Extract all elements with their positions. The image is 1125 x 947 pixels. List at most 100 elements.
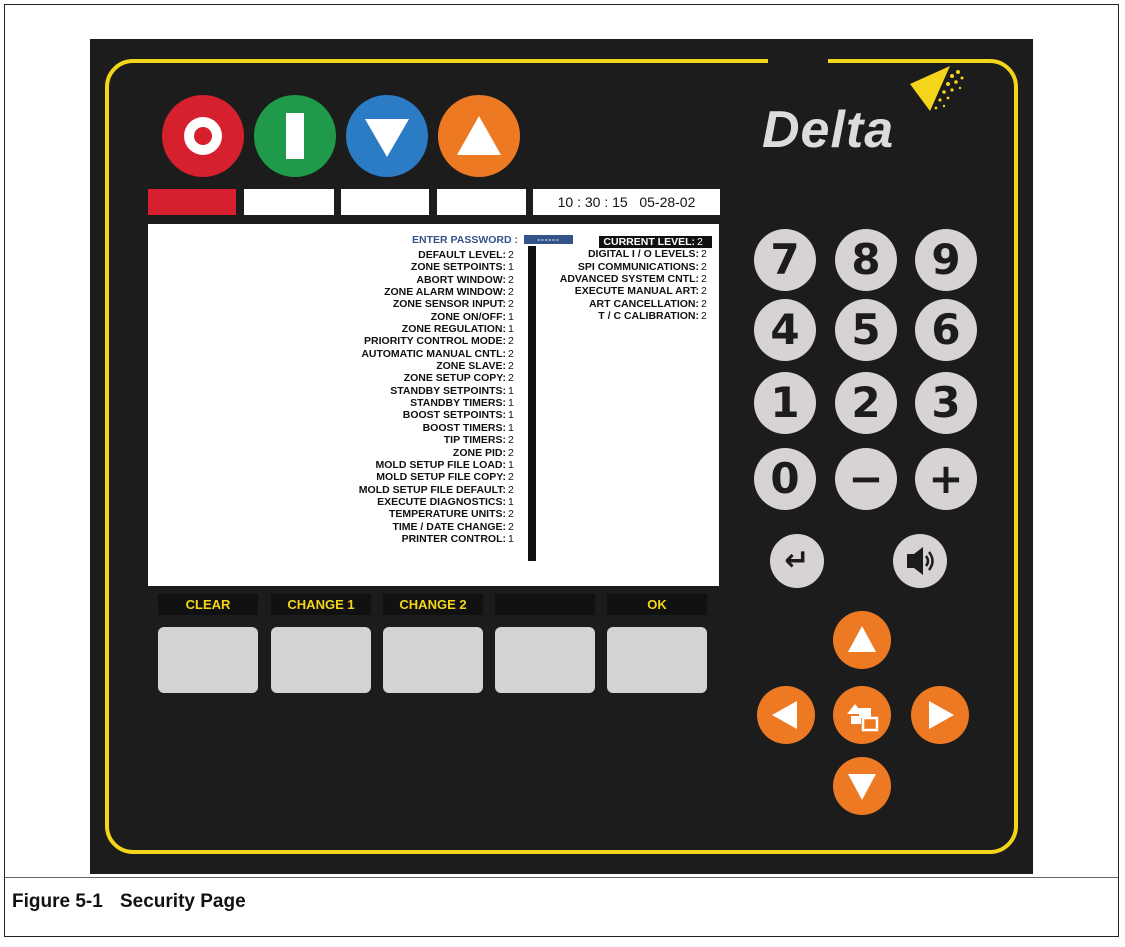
- list-scrollbar[interactable]: [528, 246, 536, 561]
- setting-row[interactable]: ADVANCED SYSTEM CNTL: 2: [560, 273, 712, 285]
- password-label: ENTER PASSWORD :: [412, 234, 518, 246]
- current-level-highlight: CURRENT LEVEL: 2: [599, 236, 712, 249]
- setting-row[interactable]: EXECUTE MANUAL ART: 2: [560, 285, 712, 297]
- arrow-down-icon: [848, 774, 876, 800]
- figure-title: Security Page: [120, 891, 246, 912]
- nav-left-button[interactable]: [757, 686, 815, 744]
- setting-row[interactable]: BOOST SETPOINTS: 1: [359, 409, 519, 421]
- setting-row[interactable]: DEFAULT LEVEL: 2: [359, 249, 519, 261]
- setting-label: ZONE PID:: [452, 446, 506, 459]
- softkey-4-button[interactable]: [495, 627, 595, 693]
- setting-label: STANDBY SETPOINTS:: [390, 384, 506, 397]
- nav-up-button[interactable]: [833, 611, 891, 669]
- power-off-button[interactable]: [162, 95, 244, 177]
- key-8[interactable]: 8: [835, 229, 897, 291]
- setting-row[interactable]: ZONE SLAVE: 2: [359, 360, 519, 372]
- status-indicator-2: [244, 189, 334, 215]
- change-1-button[interactable]: [271, 627, 371, 693]
- power-off-icon: [184, 117, 222, 155]
- setting-label: T / C CALIBRATION:: [598, 310, 699, 323]
- softkey-label-empty: [495, 594, 595, 615]
- setting-row[interactable]: ZONE SETPOINTS: 1: [359, 261, 519, 273]
- setting-row[interactable]: ABORT WINDOW: 2: [359, 274, 519, 286]
- arrow-right-icon: [929, 701, 954, 729]
- setting-row[interactable]: TEMPERATURE UNITS: 2: [359, 508, 519, 520]
- key-3[interactable]: 3: [915, 372, 977, 434]
- setting-value: 1: [508, 397, 514, 410]
- arrow-up-icon: [848, 626, 876, 652]
- setting-row[interactable]: ZONE REGULATION: 1: [359, 323, 519, 335]
- setting-label: DEFAULT LEVEL:: [418, 249, 506, 261]
- setting-row[interactable]: TIME / DATE CHANGE: 2: [359, 521, 519, 533]
- key-9[interactable]: 9: [915, 229, 977, 291]
- setting-value: 1: [508, 495, 514, 508]
- setting-value: 2: [508, 483, 514, 496]
- setting-value: 2: [508, 249, 514, 261]
- setting-value: 1: [508, 421, 514, 434]
- setting-row[interactable]: AUTOMATIC MANUAL CNTL: 2: [359, 348, 519, 360]
- ok-button[interactable]: [607, 627, 707, 693]
- setting-row[interactable]: MOLD SETUP FILE DEFAULT: 2: [359, 484, 519, 496]
- setting-row[interactable]: TIP TIMERS: 2: [359, 434, 519, 446]
- key-minus[interactable]: −: [835, 448, 897, 510]
- nav-down-button[interactable]: [833, 757, 891, 815]
- key-5[interactable]: 5: [835, 299, 897, 361]
- key-4[interactable]: 4: [754, 299, 816, 361]
- key-2[interactable]: 2: [835, 372, 897, 434]
- setting-row[interactable]: DIGITAL I / O LEVELS: 2: [560, 248, 712, 260]
- key-plus[interactable]: +: [915, 448, 977, 510]
- mute-key[interactable]: [893, 534, 947, 588]
- key-0[interactable]: 0: [754, 448, 816, 510]
- setting-label: ADVANCED SYSTEM CNTL:: [559, 273, 699, 286]
- setting-value: 2: [508, 471, 514, 484]
- setting-row[interactable]: EXECUTE DIAGNOSTICS: 1: [359, 496, 519, 508]
- setting-row[interactable]: MOLD SETUP FILE COPY: 2: [359, 471, 519, 483]
- speaker-icon: [907, 547, 934, 575]
- current-level-row[interactable]: CURRENT LEVEL: 2: [560, 236, 712, 249]
- setting-label: ZONE REGULATION:: [401, 323, 506, 336]
- clear-button[interactable]: [158, 627, 258, 693]
- setting-label: ZONE ON/OFF:: [430, 310, 506, 323]
- key-1[interactable]: 1: [754, 372, 816, 434]
- setting-row[interactable]: ZONE SETUP COPY: 2: [359, 372, 519, 384]
- arrow-down-icon: [365, 119, 409, 157]
- setting-row[interactable]: MOLD SETUP FILE LOAD: 1: [359, 459, 519, 471]
- setting-value: 1: [508, 532, 514, 545]
- setting-row[interactable]: ZONE ON/OFF: 1: [359, 311, 519, 323]
- setting-row[interactable]: SPI COMMUNICATIONS: 2: [560, 261, 712, 273]
- enter-key[interactable]: ↵: [770, 534, 824, 588]
- power-on-button[interactable]: [254, 95, 336, 177]
- change-2-button[interactable]: [383, 627, 483, 693]
- setting-row[interactable]: STANDBY TIMERS: 1: [359, 397, 519, 409]
- setting-label: ZONE SLAVE:: [436, 360, 506, 373]
- lower-button[interactable]: [346, 95, 428, 177]
- setting-label: BOOST TIMERS:: [422, 421, 506, 434]
- setting-row[interactable]: ZONE PID: 2: [359, 447, 519, 459]
- nav-center-button[interactable]: [833, 686, 891, 744]
- setting-label: MOLD SETUP FILE DEFAULT:: [358, 483, 506, 496]
- power-on-icon: [286, 113, 304, 159]
- setting-row[interactable]: BOOST TIMERS: 1: [359, 422, 519, 434]
- setting-label: DIGITAL I / O LEVELS:: [587, 248, 699, 261]
- setting-row[interactable]: STANDBY SETPOINTS: 1: [359, 385, 519, 397]
- setting-value: 2: [508, 273, 514, 286]
- setting-value: 2: [701, 248, 707, 261]
- setting-row[interactable]: ZONE SENSOR INPUT: 2: [359, 298, 519, 310]
- setting-row[interactable]: ART CANCELLATION: 2: [560, 298, 712, 310]
- setting-value: 1: [508, 323, 514, 336]
- setting-label: ZONE ALARM WINDOW:: [384, 286, 506, 299]
- softkey-label-clear: CLEAR: [158, 594, 258, 615]
- setting-label: ZONE SENSOR INPUT:: [392, 298, 506, 311]
- key-6[interactable]: 6: [915, 299, 977, 361]
- setting-row[interactable]: T / C CALIBRATION: 2: [560, 310, 712, 322]
- setting-value: 1: [508, 384, 514, 397]
- setting-label: BOOST SETPOINTS:: [402, 409, 506, 422]
- raise-button[interactable]: [438, 95, 520, 177]
- setting-label: PRINTER CONTROL:: [401, 532, 506, 545]
- setting-row[interactable]: ZONE ALARM WINDOW: 2: [359, 286, 519, 298]
- setting-value: 2: [508, 520, 514, 533]
- setting-row[interactable]: PRIORITY CONTROL MODE: 2: [359, 335, 519, 347]
- nav-right-button[interactable]: [911, 686, 969, 744]
- key-7[interactable]: 7: [754, 229, 816, 291]
- setting-row[interactable]: PRINTER CONTROL: 1: [359, 533, 519, 545]
